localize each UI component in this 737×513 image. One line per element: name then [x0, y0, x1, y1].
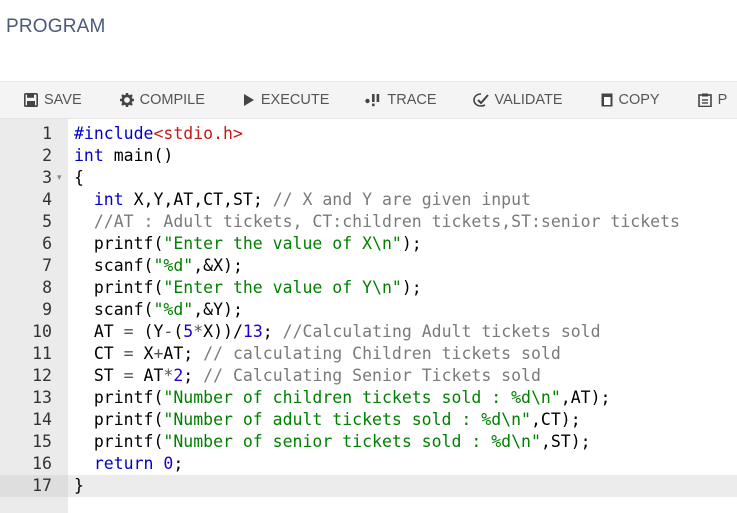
line-number: 10 — [32, 322, 52, 341]
code-line[interactable]: 2 int main() — [0, 145, 737, 167]
code-line[interactable]: 10 AT = (Y-(5*X))/13; //Calculating Adul… — [0, 321, 737, 343]
line-number: 12 — [32, 366, 52, 385]
code-text: printf("Enter the value of Y\n"); — [74, 278, 422, 297]
code-editor[interactable]: 1 #include<stdio.h> 2 int main() 3 ▾{4 int X,… — [0, 119, 737, 513]
trace-label: TRACE — [387, 92, 437, 108]
code-line[interactable]: 15 printf("Number of senior tickets sold… — [0, 431, 737, 453]
code-text: { — [74, 168, 84, 187]
page-title: PROGRAM — [6, 16, 106, 37]
compile-button[interactable]: COMPILE — [119, 82, 205, 118]
code-text: int X,Y,AT,CT,ST; // X and Y are given i… — [93, 190, 531, 209]
line-number: 13 — [32, 388, 52, 407]
copy-icon — [601, 93, 613, 107]
code-text: printf("Number of senior tickets sold : … — [74, 432, 591, 451]
code-text: printf("Number of adult tickets sold : %… — [74, 410, 581, 429]
line-number: 6 — [42, 234, 52, 253]
paste-icon — [697, 93, 712, 107]
line-number: 17 — [0, 475, 68, 497]
code-line[interactable]: 14 printf("Number of adult tickets sold … — [0, 409, 737, 431]
copy-label: COPY — [618, 92, 660, 108]
code-text: CT = X+AT; // calculating Children ticke… — [74, 344, 561, 363]
code-line[interactable]: 17} — [0, 475, 737, 497]
code-text: ST = AT*2; // Calculating Senior Tickets… — [74, 366, 541, 385]
execute-label: EXECUTE — [260, 92, 330, 108]
line-number: 11 — [32, 344, 52, 363]
line-number: 7 — [42, 256, 52, 275]
execute-button[interactable]: EXECUTE — [243, 82, 330, 118]
line-number: 16 — [32, 454, 52, 473]
line-number: 2 — [42, 146, 52, 165]
code-text: scanf("%d",&X); — [74, 256, 243, 275]
save-button[interactable]: SAVE — [24, 82, 82, 118]
paste-label: P — [717, 92, 728, 108]
compile-label: COMPILE — [139, 92, 205, 108]
code-line[interactable]: 13 printf("Number of children tickets so… — [0, 387, 737, 409]
line-number: 5 — [42, 212, 52, 231]
line-number: 15 — [32, 432, 52, 451]
code-line[interactable]: 12 ST = AT*2; // Calculating Senior Tick… — [0, 365, 737, 387]
code-text: printf("Enter the value of X\n"); — [74, 234, 422, 253]
paste-button[interactable]: P — [697, 82, 728, 118]
line-number: 1 — [42, 124, 52, 143]
code-line[interactable]: 9 scanf("%d",&Y); — [0, 299, 737, 321]
save-label: SAVE — [44, 92, 82, 108]
code-text: return 0; — [93, 454, 184, 473]
play-icon — [243, 93, 255, 107]
code-line[interactable]: 4 int X,Y,AT,CT,ST; // X and Y are given… — [0, 189, 737, 211]
code-line[interactable]: 3 ▾{ — [0, 167, 737, 189]
trace-button[interactable]: TRACE — [365, 82, 437, 118]
code-text: #include<stdio.h> — [74, 124, 243, 143]
code-line[interactable]: 1 #include<stdio.h> — [0, 123, 737, 145]
code-line[interactable]: 7 scanf("%d",&X); — [0, 255, 737, 277]
code-line[interactable]: 8 printf("Enter the value of Y\n"); — [0, 277, 737, 299]
gear-icon — [119, 93, 134, 107]
code-text: scanf("%d",&Y); — [74, 300, 243, 319]
check-icon — [472, 93, 489, 107]
line-number: 8 — [42, 278, 52, 297]
line-number: 14 — [32, 410, 52, 429]
code-line[interactable]: 5 //AT : Adult tickets, CT:children tick… — [0, 211, 737, 233]
editor-toolbar: SAVE COMPILE EXECUTE TRACE VALIDATE COPY — [0, 81, 737, 119]
save-icon — [24, 93, 38, 107]
code-text: } — [74, 476, 84, 495]
validate-label: VALIDATE — [494, 92, 563, 108]
code-line[interactable]: 16 return 0; — [0, 453, 737, 475]
validate-button[interactable]: VALIDATE — [472, 82, 563, 118]
line-number: 9 — [42, 300, 52, 319]
fold-toggle-icon[interactable]: ▾ — [57, 167, 62, 189]
line-number: 4 — [42, 190, 52, 209]
trace-icon — [365, 93, 381, 107]
code-text: AT = (Y-(5*X))/13; //Calculating Adult t… — [74, 322, 601, 341]
code-text: printf("Number of children tickets sold … — [74, 388, 611, 407]
code-line[interactable]: 11 CT = X+AT; // calculating Children ti… — [0, 343, 737, 365]
copy-button[interactable]: COPY — [601, 82, 660, 118]
code-line[interactable]: 6 printf("Enter the value of X\n"); — [0, 233, 737, 255]
code-text: int main() — [74, 146, 174, 165]
code-text: //AT : Adult tickets, CT:children ticket… — [93, 212, 680, 231]
